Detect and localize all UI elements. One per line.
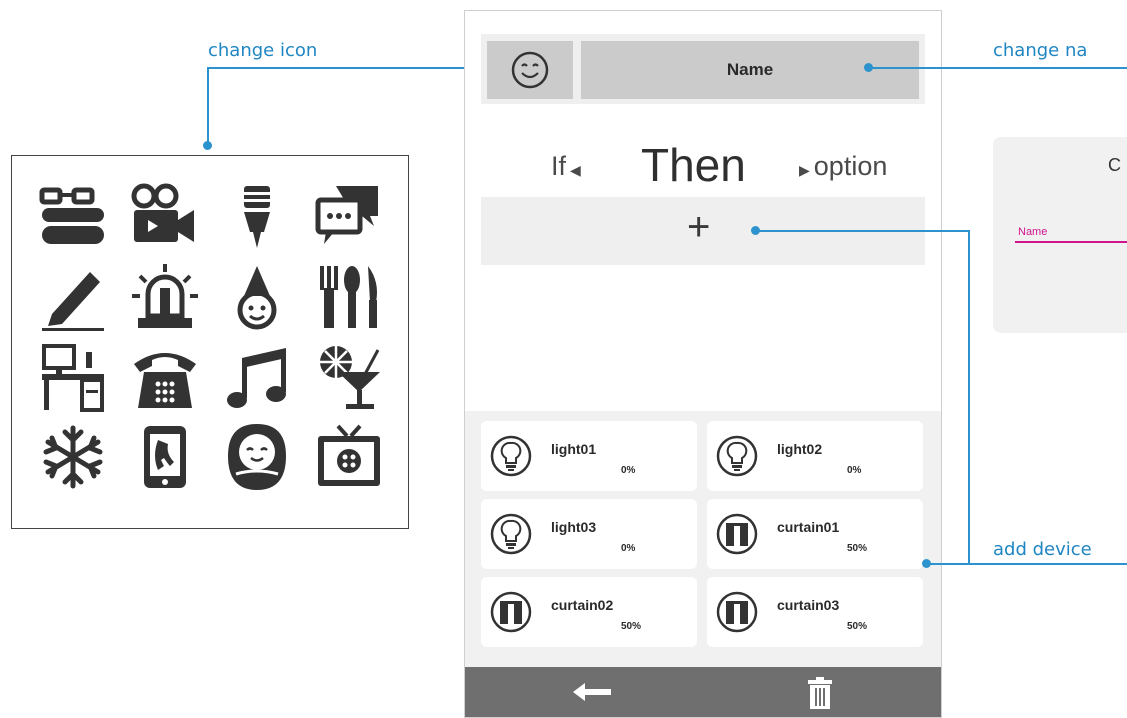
arrow-right-icon: ▶	[799, 162, 810, 178]
cutlery-icon[interactable]	[314, 262, 384, 332]
scene-icon-button[interactable]	[487, 41, 573, 99]
bottom-toolbar	[465, 667, 941, 717]
tab-option-label: option	[813, 151, 888, 181]
scene-name-label: Name	[726, 60, 774, 79]
device-card[interactable]: curtain03 50%	[707, 577, 923, 647]
annotation-add-device: add device	[993, 539, 1092, 560]
dialog-name-input[interactable]	[1015, 241, 1127, 243]
device-value: 0%	[621, 465, 636, 476]
party-hat-icon[interactable]	[222, 262, 292, 332]
curtain-icon	[490, 591, 532, 633]
device-value: 50%	[847, 543, 868, 554]
tab-then[interactable]: Then	[641, 138, 746, 192]
annotation-line	[755, 230, 969, 232]
curtain-icon	[716, 513, 758, 555]
smartphone-icon[interactable]	[130, 422, 200, 492]
bulb-icon	[490, 513, 532, 555]
telephone-icon[interactable]	[130, 342, 200, 412]
curtain-icon	[716, 591, 758, 633]
device-name: curtain01	[777, 519, 840, 535]
books-glasses-icon[interactable]	[38, 182, 108, 252]
device-value: 0%	[847, 465, 862, 476]
scene-editor-screen: Name If ◀ Then ▶ option + light01 0% lig…	[464, 10, 942, 718]
tab-if-label: If	[551, 151, 567, 181]
tab-if[interactable]: If ◀	[551, 151, 581, 182]
music-note-icon[interactable]	[222, 342, 292, 412]
chat-bubbles-icon[interactable]	[314, 182, 384, 252]
device-name: light03	[551, 519, 597, 535]
desk-computer-icon[interactable]	[38, 342, 108, 412]
bulb-icon	[490, 435, 532, 477]
microphone-icon[interactable]	[222, 182, 292, 252]
dialog-name-label: Name	[1018, 226, 1048, 238]
annotation-dot	[203, 141, 212, 150]
annotation-line	[926, 563, 1127, 565]
device-name: curtain03	[777, 597, 840, 613]
device-value: 0%	[621, 543, 636, 554]
television-icon[interactable]	[314, 422, 384, 492]
arrow-left-icon: ◀	[570, 162, 581, 178]
annotation-change-name: change na	[993, 40, 1088, 61]
annotation-dot	[922, 559, 931, 568]
siren-icon[interactable]	[130, 262, 200, 332]
device-card[interactable]: curtain01 50%	[707, 499, 923, 569]
icon-picker-panel	[11, 155, 409, 529]
smiley-icon	[511, 51, 549, 89]
back-arrow-icon[interactable]	[573, 681, 613, 703]
add-action-icon[interactable]: +	[687, 207, 710, 247]
video-camera-icon[interactable]	[130, 182, 200, 252]
annotation-line	[207, 67, 485, 69]
device-card[interactable]: light03 0%	[481, 499, 697, 569]
device-value: 50%	[621, 621, 642, 632]
pencil-icon[interactable]	[38, 262, 108, 332]
cocktail-icon[interactable]	[314, 342, 384, 412]
tab-then-label: Then	[641, 139, 746, 191]
device-card[interactable]: light01 0%	[481, 421, 697, 491]
annotation-line	[207, 67, 209, 143]
annotation-line	[968, 230, 970, 564]
annotation-change-icon: change icon	[208, 40, 318, 61]
device-card[interactable]: curtain02 50%	[481, 577, 697, 647]
device-name: light02	[777, 441, 823, 457]
device-card[interactable]: light02 0%	[707, 421, 923, 491]
device-name: curtain02	[551, 597, 614, 613]
baby-icon[interactable]	[222, 422, 292, 492]
bulb-icon	[716, 435, 758, 477]
trash-icon[interactable]	[807, 677, 833, 709]
rename-dialog: C Name	[993, 137, 1127, 333]
snowflake-icon[interactable]	[38, 422, 108, 492]
device-value: 50%	[847, 621, 868, 632]
device-list: light01 0% light02 0% light03 0% curtain…	[465, 411, 941, 667]
device-name: light01	[551, 441, 597, 457]
tab-option[interactable]: ▶ option	[799, 151, 887, 182]
dialog-title: C	[1108, 155, 1121, 175]
annotation-line	[868, 67, 1127, 69]
